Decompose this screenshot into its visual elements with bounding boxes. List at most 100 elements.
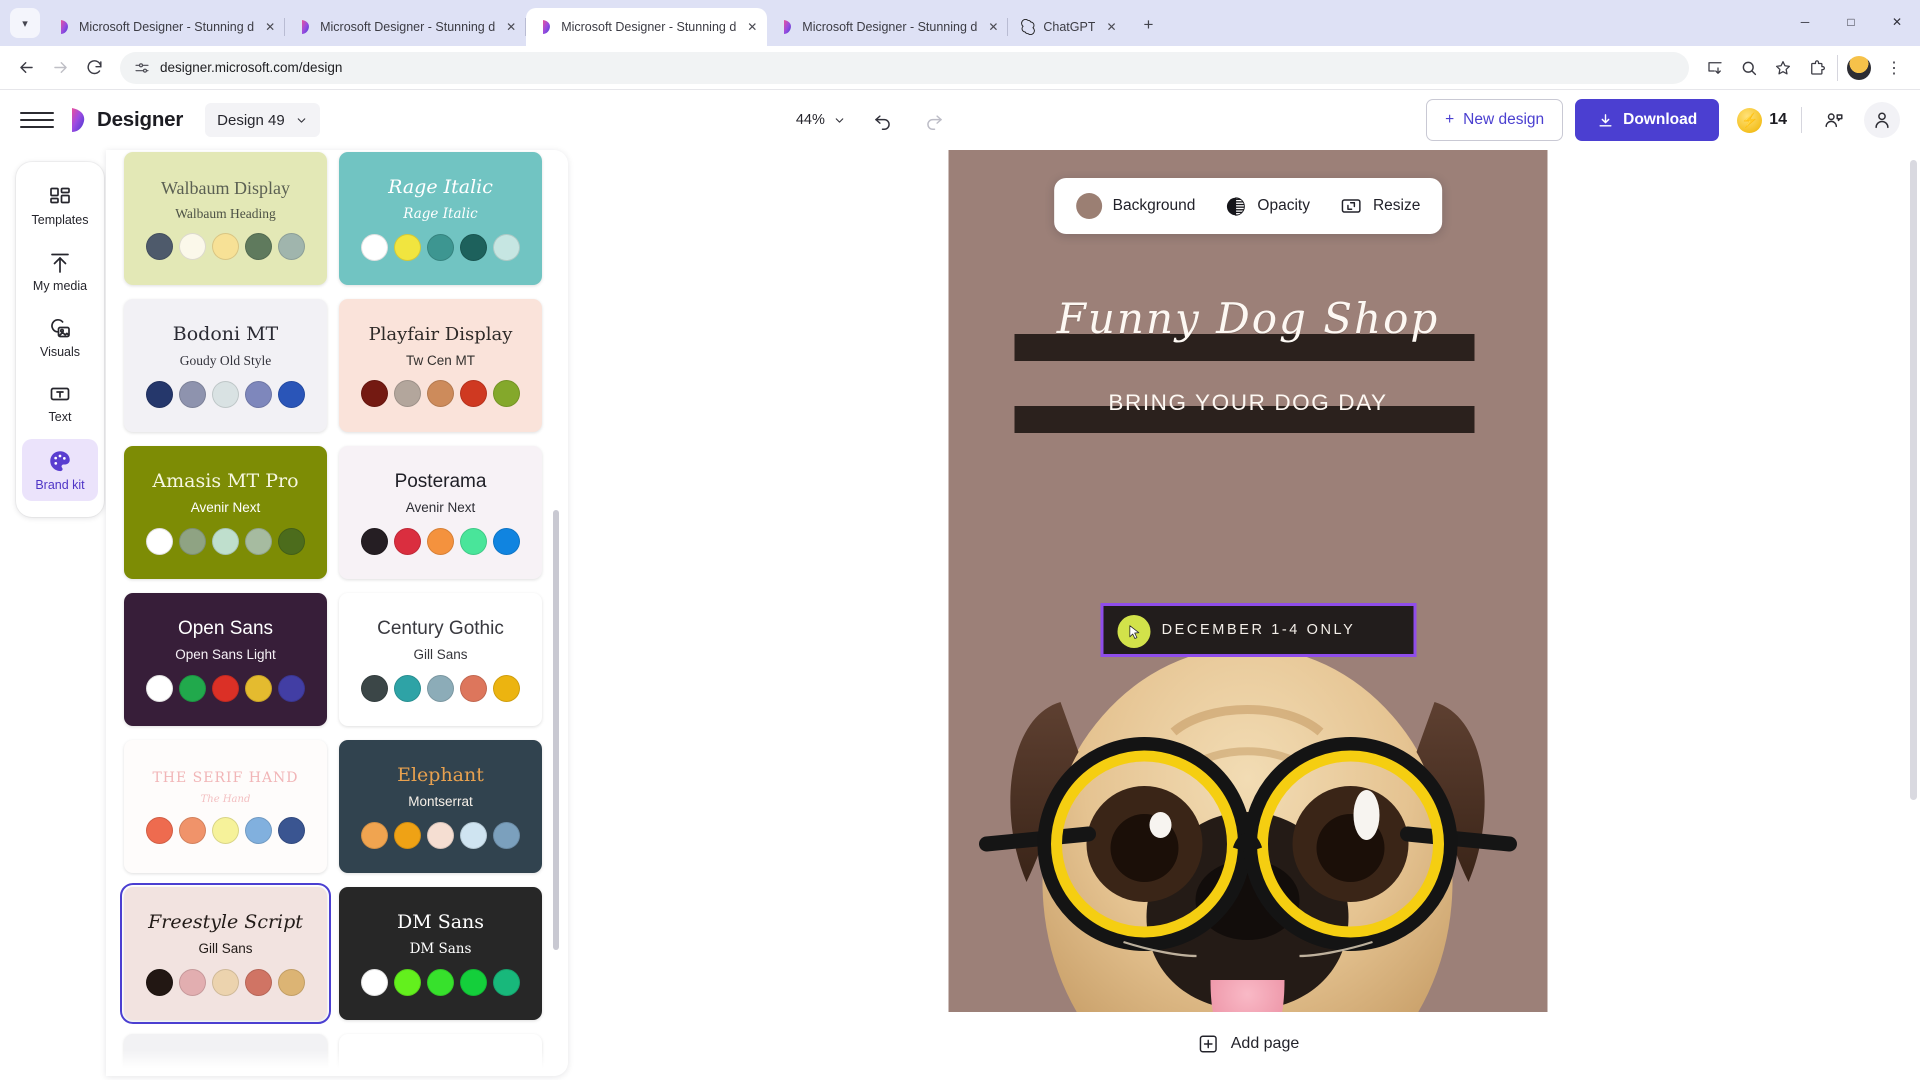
tab-close-icon[interactable]: ✕ xyxy=(502,18,520,36)
color-swatch[interactable] xyxy=(361,233,388,261)
design-title-text[interactable]: Funny Dog Shop xyxy=(949,294,1548,343)
brand-kit-card[interactable]: Elephant Montserrat xyxy=(339,740,542,873)
background-button[interactable]: Background xyxy=(1075,193,1195,219)
color-swatch[interactable] xyxy=(493,968,520,996)
color-swatch[interactable] xyxy=(179,968,206,996)
browser-tab-5-chatgpt[interactable]: ChatGPT ✕ xyxy=(1008,8,1126,46)
brand-kit-card[interactable]: Posterama Avenir Next xyxy=(339,446,542,579)
search-icon[interactable] xyxy=(1733,52,1765,84)
color-swatch[interactable] xyxy=(278,674,305,702)
color-swatch[interactable] xyxy=(146,968,173,996)
color-swatch[interactable] xyxy=(278,233,305,261)
designer-brand[interactable]: Designer xyxy=(66,107,183,133)
window-close-icon[interactable]: ✕ xyxy=(1874,0,1920,44)
color-swatch[interactable] xyxy=(179,380,206,408)
browser-tab-3-active[interactable]: Microsoft Designer - Stunning d ✕ xyxy=(526,8,768,46)
color-swatch[interactable] xyxy=(179,817,206,845)
brand-kit-scroll-area[interactable]: Walbaum Display Walbaum Heading Rage Itali… xyxy=(106,150,568,1076)
tab-close-icon[interactable]: ✕ xyxy=(984,18,1002,36)
color-swatch[interactable] xyxy=(245,968,272,996)
color-swatch[interactable] xyxy=(179,233,206,261)
color-swatch[interactable] xyxy=(146,527,173,555)
window-minimize-icon[interactable]: ─ xyxy=(1782,0,1828,44)
color-swatch[interactable] xyxy=(212,527,239,555)
site-settings-icon[interactable] xyxy=(134,60,150,76)
color-swatch[interactable] xyxy=(394,380,421,408)
color-swatch[interactable] xyxy=(394,674,421,702)
tab-close-icon[interactable]: ✕ xyxy=(1102,18,1120,36)
color-swatch[interactable] xyxy=(394,527,421,555)
new-design-button[interactable]: + New design xyxy=(1426,99,1564,141)
color-swatch[interactable] xyxy=(493,233,520,261)
color-swatch[interactable] xyxy=(146,817,173,845)
brand-kit-card[interactable]: Walbaum Display Walbaum Heading xyxy=(124,152,327,285)
color-swatch[interactable] xyxy=(245,674,272,702)
sidebar-item-visuals[interactable]: Visuals xyxy=(22,308,98,368)
color-swatch[interactable] xyxy=(212,817,239,845)
color-swatch[interactable] xyxy=(361,968,388,996)
tab-close-icon[interactable]: ✕ xyxy=(743,18,761,36)
design-artboard[interactable]: Funny Dog Shop BRING YOUR DOG DAY DECEMB… xyxy=(948,150,1548,1012)
color-swatch[interactable] xyxy=(427,380,454,408)
color-swatch[interactable] xyxy=(394,233,421,261)
resize-button[interactable]: Resize xyxy=(1340,195,1420,217)
window-maximize-icon[interactable]: □ xyxy=(1828,0,1874,44)
color-swatch[interactable] xyxy=(146,674,173,702)
add-page-button[interactable]: Add page xyxy=(1170,1016,1326,1072)
color-swatch[interactable] xyxy=(493,380,520,408)
color-swatch[interactable] xyxy=(460,527,487,555)
tab-search-chevron-icon[interactable]: ▾ xyxy=(10,8,40,38)
color-swatch[interactable] xyxy=(245,380,272,408)
undo-button[interactable] xyxy=(868,105,898,135)
menu-hamburger-icon[interactable] xyxy=(20,106,54,134)
zoom-control[interactable]: 44% xyxy=(796,112,846,128)
color-swatch[interactable] xyxy=(427,233,454,261)
browser-tab-4[interactable]: Microsoft Designer - Stunning d ✕ xyxy=(767,8,1009,46)
canvas-scrollbar[interactable] xyxy=(1910,160,1917,800)
color-swatch[interactable] xyxy=(361,380,388,408)
sidebar-item-brand-kit[interactable]: Brand kit xyxy=(22,439,98,501)
sidebar-item-text[interactable]: Text xyxy=(22,373,98,433)
brand-kit-card[interactable]: Bodoni MT Goudy Old Style xyxy=(124,299,327,432)
color-swatch[interactable] xyxy=(245,233,272,261)
redo-button[interactable] xyxy=(920,105,950,135)
color-swatch[interactable] xyxy=(427,527,454,555)
color-swatch[interactable] xyxy=(212,380,239,408)
color-swatch[interactable] xyxy=(361,527,388,555)
new-tab-button[interactable]: + xyxy=(1133,10,1163,40)
color-swatch[interactable] xyxy=(361,821,388,849)
download-button[interactable]: Download xyxy=(1575,99,1720,141)
color-swatch[interactable] xyxy=(493,674,520,702)
brand-kit-card[interactable]: Century Gothic Gill Sans xyxy=(339,593,542,726)
color-swatch[interactable] xyxy=(245,817,272,845)
reload-icon[interactable] xyxy=(78,52,110,84)
color-swatch[interactable] xyxy=(212,233,239,261)
color-swatch[interactable] xyxy=(460,968,487,996)
brand-kit-card[interactable]: Sedona Book xyxy=(339,1034,542,1076)
color-swatch[interactable] xyxy=(212,674,239,702)
color-swatch[interactable] xyxy=(427,674,454,702)
color-swatch[interactable] xyxy=(212,968,239,996)
install-app-icon[interactable] xyxy=(1699,52,1731,84)
address-bar[interactable]: designer.microsoft.com/design xyxy=(120,51,1689,84)
account-button[interactable] xyxy=(1864,102,1900,138)
color-swatch[interactable] xyxy=(146,380,173,408)
brand-kit-card[interactable]: Rage Italic Rage Italic xyxy=(339,152,542,285)
color-swatch[interactable] xyxy=(278,380,305,408)
color-swatch[interactable] xyxy=(179,674,206,702)
sidebar-item-my-media[interactable]: My media xyxy=(22,242,98,302)
design-subtitle-text[interactable]: BRING YOUR DOG DAY xyxy=(949,390,1548,416)
extensions-icon[interactable] xyxy=(1801,52,1833,84)
opacity-button[interactable]: Opacity xyxy=(1225,196,1310,217)
color-swatch[interactable] xyxy=(493,527,520,555)
color-swatch[interactable] xyxy=(493,821,520,849)
credits-indicator[interactable]: ⚡ 14 xyxy=(1731,107,1787,133)
selected-text-element-badge[interactable]: DECEMBER 1-4 ONLY xyxy=(1100,603,1417,657)
color-swatch[interactable] xyxy=(278,968,305,996)
color-swatch[interactable] xyxy=(394,821,421,849)
design-name-dropdown[interactable]: Design 49 xyxy=(205,103,320,137)
color-swatch[interactable] xyxy=(361,674,388,702)
browser-profile-avatar[interactable] xyxy=(1847,55,1871,80)
share-button[interactable] xyxy=(1816,102,1852,138)
color-swatch[interactable] xyxy=(278,817,305,845)
